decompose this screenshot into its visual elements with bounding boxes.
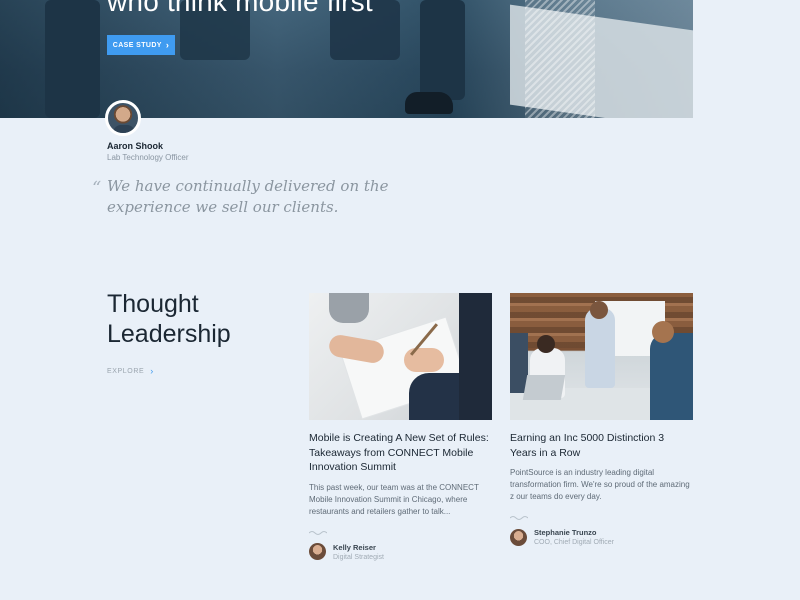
article-image[interactable] (309, 293, 492, 420)
article-excerpt: PointSource is an industry leading digit… (510, 468, 690, 501)
author-role: Digital Strategist (333, 553, 384, 561)
chevron-right-icon: › (165, 39, 170, 50)
article-card[interactable]: Earning an Inc 5000 Distinction 3 Years … (509, 293, 693, 546)
article-image[interactable] (510, 293, 693, 420)
hero-photo-leg (45, 0, 100, 118)
article-author: Kelly Reiser Digital Strategist (309, 543, 492, 561)
chevron-right-icon: › (150, 366, 154, 376)
article-excerpt: This past week, our team was at the CONN… (309, 482, 479, 516)
divider-wave-icon (509, 516, 529, 520)
hero-banner: who think mobile first CASE STUDY › (0, 0, 693, 118)
testimonial-quote: We have continually delivered on the exp… (107, 177, 389, 216)
article-title[interactable]: Mobile is Creating A New Set of Rules: T… (309, 431, 492, 475)
hero-photo-leg (420, 0, 465, 100)
explore-label: EXPLORE (107, 367, 145, 375)
article-author: Stephanie Trunzo COO, Chief Digital Offi… (510, 528, 693, 546)
author-avatar (309, 543, 326, 560)
case-study-label: CASE STUDY (112, 41, 162, 49)
explore-link[interactable]: EXPLORE › (107, 366, 154, 376)
divider-wave-icon (308, 530, 328, 535)
section-title: Thought Leadership (107, 290, 231, 348)
article-card[interactable]: Mobile is Creating A New Set of Rules: T… (308, 293, 492, 561)
author-role: COO, Chief Digital Officer (534, 539, 615, 546)
article-title[interactable]: Earning an Inc 5000 Distinction 3 Years … (510, 431, 693, 460)
testimonial-name: Aaron Shook (107, 141, 164, 151)
testimonial-avatar (105, 100, 141, 136)
author-name: Stephanie Trunzo (534, 528, 597, 537)
hero-photo-chair (525, 0, 595, 118)
testimonial-role: Lab Technology Officer (107, 153, 189, 162)
author-name: Kelly Reiser (333, 542, 376, 552)
hero-photo-shoe (405, 92, 453, 114)
quote-icon: “ (92, 178, 102, 199)
case-study-button[interactable]: CASE STUDY › (107, 35, 175, 55)
author-avatar (510, 528, 527, 546)
hero-title: who think mobile first (107, 0, 373, 17)
